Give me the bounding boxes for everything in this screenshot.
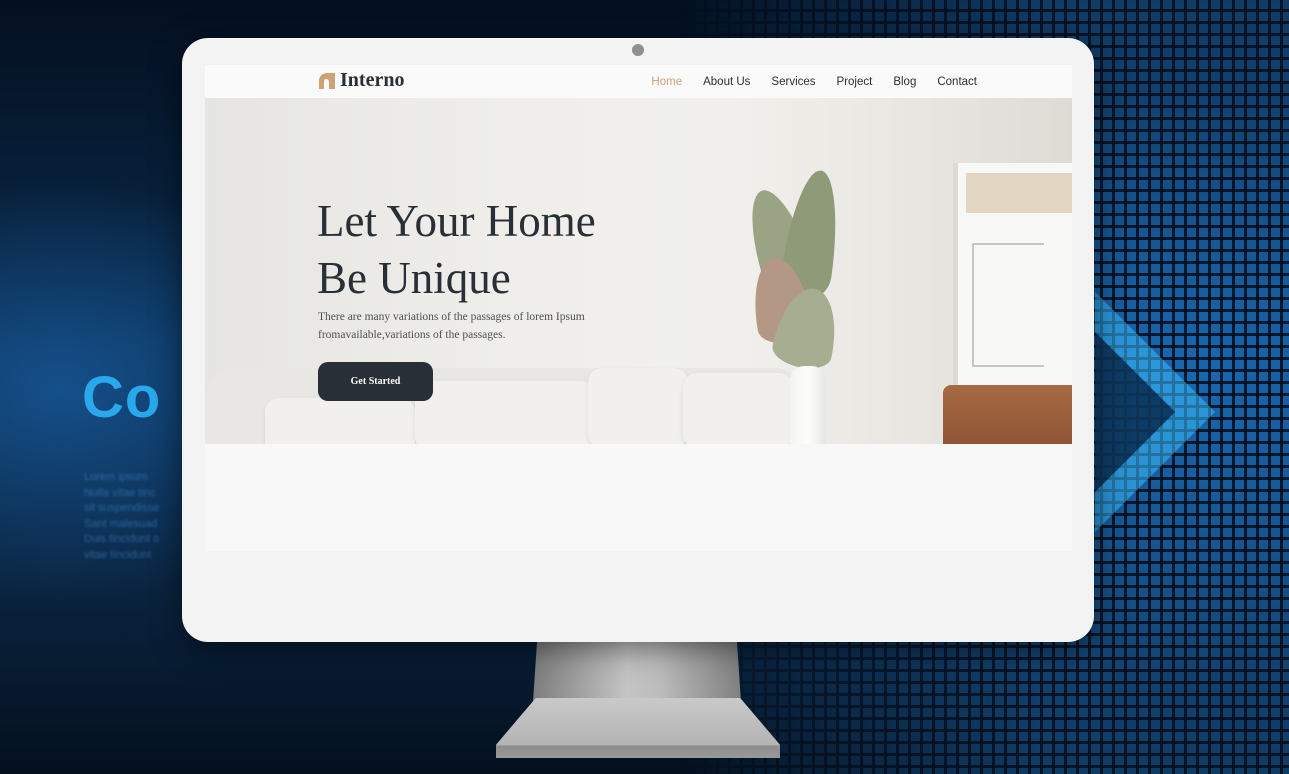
background-text-line: vitae tincidunt [84,548,152,561]
monitor-stand-neck [533,640,741,702]
logo-text: Interno [340,69,405,91]
nav-item-blog[interactable]: Blog [893,76,916,88]
camera-icon [632,44,644,56]
site-navbar: Interno Home About Us Services Project B… [205,65,1072,99]
hero-cushion-image [683,373,793,444]
hero-armchair-image [943,385,1072,444]
content-area [205,444,1072,551]
nav-item-home[interactable]: Home [651,76,682,88]
hero-section: Let Your Home Be Unique There are many v… [205,98,1072,444]
hero-title-line: Be Unique [317,253,511,303]
background-text-line: Duis tincidunt o [84,533,160,545]
hero-cushion-image [588,368,688,444]
chevron-arrow-inner [1095,332,1175,492]
nav-item-project[interactable]: Project [837,76,873,88]
nav-item-about-us[interactable]: About Us [703,76,750,88]
background-headline: Co [82,365,162,430]
hero-cushion-image [265,398,415,444]
monitor-frame: Interno Home About Us Services Project B… [182,38,1094,642]
hero-vase-image [790,366,826,444]
nav-item-contact[interactable]: Contact [937,76,977,88]
background-text-line: Lorem ipsum [84,471,148,483]
monitor-stand-base [496,698,780,758]
main-menu: Home About Us Services Project Blog Cont… [651,65,977,98]
background-text-line: Sant malesuad [84,517,158,530]
background-text-block: Lorem ipsum Nulla vitae tinc sit suspend… [84,470,194,563]
background-text-line: Nulla vitae tinc [84,486,156,499]
hero-window-decoration [953,163,1072,399]
hero-description: There are many variations of the passage… [318,311,585,341]
hero-title-line: Let Your Home [317,196,596,246]
website-screen: Interno Home About Us Services Project B… [205,65,1072,551]
nav-item-services[interactable]: Services [771,76,815,88]
background-text-line: sit suspendisse [84,502,160,514]
arch-icon [319,72,335,89]
hero-cushion-image [415,381,595,444]
hero-title: Let Your Home Be Unique [317,193,596,307]
site-logo[interactable]: Interno [318,69,404,92]
get-started-button[interactable]: Get Started [318,362,433,401]
